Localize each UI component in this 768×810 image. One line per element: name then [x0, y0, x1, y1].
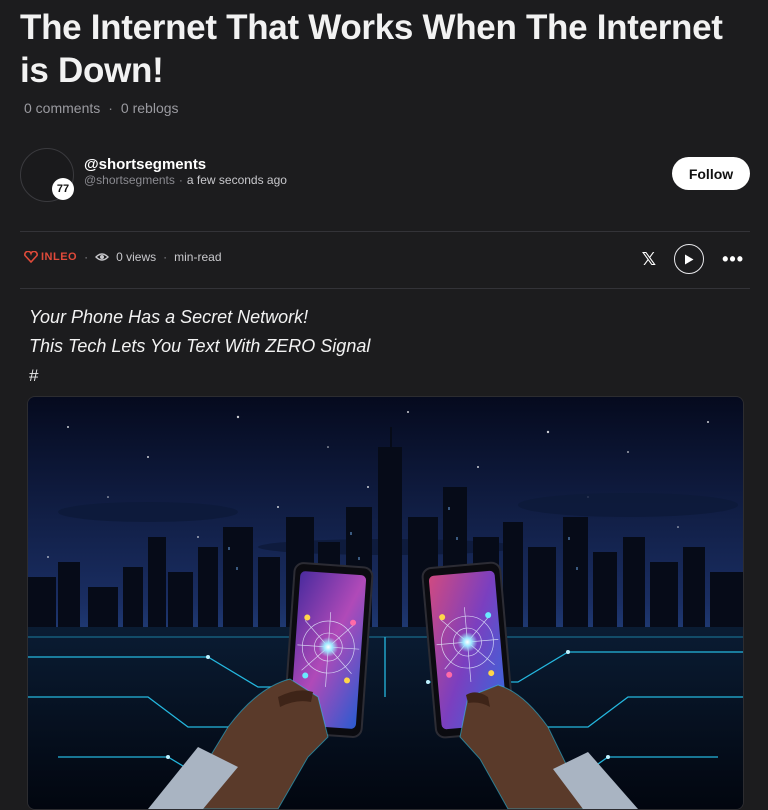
reblogs-count[interactable]: 0 reblogs: [121, 100, 179, 116]
separator-dot: ·: [108, 100, 113, 116]
separator-dot: ·: [84, 250, 89, 264]
body-line-1: Your Phone Has a Secret Network!: [29, 307, 309, 327]
post-time: a few seconds ago: [186, 173, 287, 187]
hero-image: [27, 396, 744, 810]
play-icon: [685, 254, 694, 264]
inleo-label: INLEO: [41, 251, 78, 263]
divider: [20, 231, 750, 232]
more-icon[interactable]: •••: [722, 249, 744, 270]
x-share-icon[interactable]: 𝕏: [642, 249, 657, 270]
post-toolbar: INLEO · 0 views · min-read 𝕏 •••: [24, 244, 744, 274]
author-meta: @shortsegments · a few seconds ago: [84, 173, 287, 187]
divider: [20, 288, 750, 289]
play-button[interactable]: [674, 244, 705, 274]
comments-count[interactable]: 0 comments: [24, 100, 100, 116]
views-count: 0 views: [116, 250, 157, 264]
hashtag[interactable]: #: [29, 366, 38, 386]
separator-dot: ·: [163, 250, 168, 264]
author-username[interactable]: @shortsegments: [84, 173, 175, 187]
separator-dot: ·: [178, 173, 183, 187]
follow-button[interactable]: Follow: [672, 157, 750, 190]
eye-icon: [95, 252, 110, 262]
inleo-logo-icon: [24, 251, 38, 263]
post-stats: 0 comments · 0 reblogs: [24, 100, 179, 116]
author-handle[interactable]: @shortsegments: [84, 156, 206, 173]
post-title: The Internet That Works When The Interne…: [20, 8, 723, 90]
author-row: 77 @shortsegments @shortsegments · a few…: [20, 148, 750, 208]
reputation-badge: 77: [52, 178, 74, 200]
inleo-source[interactable]: INLEO: [24, 251, 77, 263]
read-time: min-read: [174, 250, 222, 264]
body-line-2: This Tech Lets You Text With ZERO Signal: [29, 336, 371, 356]
